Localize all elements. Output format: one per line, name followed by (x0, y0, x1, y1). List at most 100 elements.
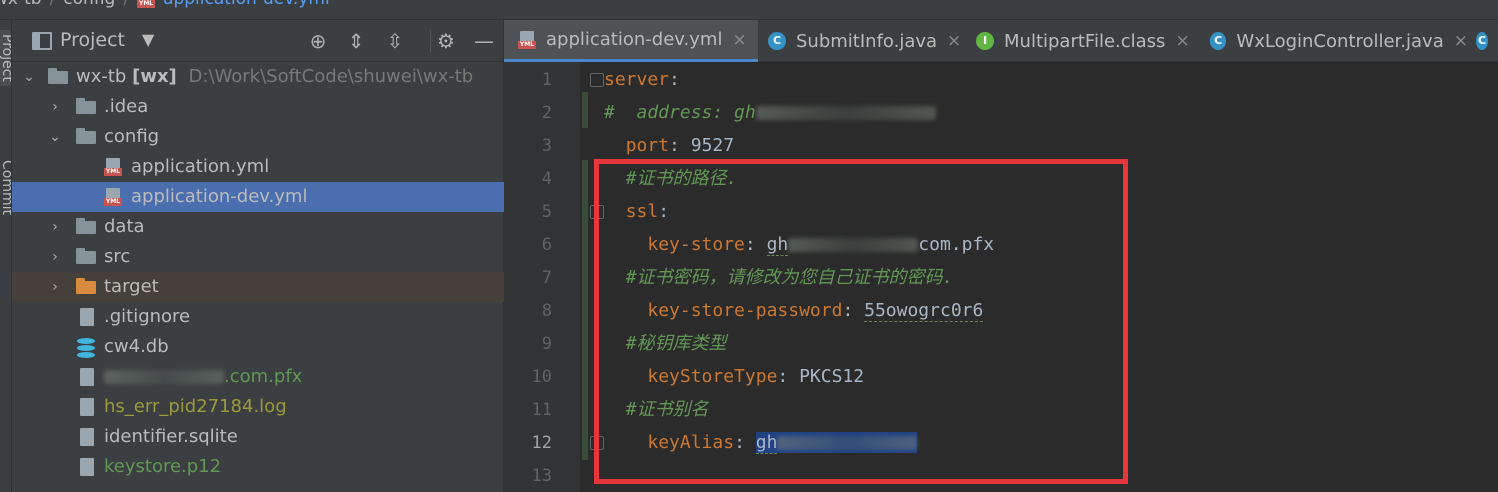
tree-item-label: config (104, 126, 160, 147)
tree-item-config[interactable]: ⌄ config (12, 122, 504, 152)
tree-item-cw4-db[interactable]: cw4.db (12, 332, 504, 362)
tab-label: WxLoginController.java (1236, 30, 1444, 52)
tree-item-idea[interactable]: › .idea (12, 92, 504, 122)
file-icon (78, 368, 96, 388)
class-icon: C (1210, 32, 1227, 50)
chevron-right-icon[interactable]: › (48, 92, 62, 122)
vcs-change-marker[interactable] (582, 92, 588, 128)
editor-tabs: YML application-dev.yml × C SubmitInfo.j… (504, 20, 1498, 62)
ignore-file-icon (78, 308, 96, 328)
breadcrumb: wx-tb / config / YML application-dev.yml (0, 0, 1498, 20)
breadcrumb-item-config[interactable]: config (63, 0, 115, 9)
chevron-down-icon[interactable]: ⌄ (48, 122, 62, 152)
tree-item-label: target (104, 276, 159, 297)
yml-file-icon: YML (518, 30, 536, 49)
yaml-key: port (625, 135, 670, 156)
line-number: 7 (541, 268, 552, 288)
tree-item-label: application.yml (131, 156, 270, 177)
code-line-2: # address: gh (604, 99, 936, 127)
folder-icon (76, 128, 96, 144)
yaml-key: server (604, 69, 670, 90)
hide-panel-icon[interactable]: — (472, 29, 496, 53)
tool-tab-commit[interactable]: Commit (0, 160, 11, 215)
tab-label: MultipartFile.class (1004, 30, 1166, 52)
tree-item-label: identifier.sqlite (104, 426, 238, 447)
chevron-right-icon[interactable]: › (48, 272, 62, 302)
project-view-icon (32, 32, 52, 50)
file-icon (78, 458, 96, 478)
project-panel-title[interactable]: Project (60, 29, 125, 51)
tree-item-keystore-p12[interactable]: keystore.p12 (12, 452, 504, 482)
tree-item-pfx[interactable]: .com.pfx (12, 362, 504, 392)
tree-item-label: keystore.p12 (104, 456, 222, 477)
tab-label: SubmitInfo.java (796, 30, 938, 52)
close-icon[interactable]: × (1175, 31, 1189, 51)
folder-icon (76, 248, 96, 264)
tree-item-data[interactable]: › data (12, 212, 504, 242)
tab-application-dev-yml[interactable]: YML application-dev.yml × (504, 20, 758, 62)
tree-item-root[interactable]: ⌄ wx-tb [wx] D:\Work\SoftCode\shuwei\wx-… (12, 62, 504, 92)
close-icon[interactable]: × (1454, 31, 1468, 51)
file-icon (78, 428, 96, 448)
breadcrumb-separator: / (50, 0, 56, 9)
tree-item-label: cw4.db (104, 336, 169, 357)
line-number: 2 (541, 103, 552, 123)
line-number: 8 (541, 301, 552, 321)
tree-item-label: .com.pfx (224, 366, 303, 387)
tree-item-src[interactable]: › src (12, 242, 504, 272)
yml-file-icon: YML (137, 0, 156, 8)
line-number: 5 (541, 202, 552, 222)
tree-item-target[interactable]: › target (12, 272, 504, 302)
project-panel-header: Project ▼ ⊕ ⇕ ⇳ ⚙ — (12, 20, 504, 62)
class-icon: C (768, 32, 786, 50)
yaml-comment: # address: gh (604, 102, 756, 123)
line-number: 3 (541, 136, 552, 156)
tree-item-identifier-sqlite[interactable]: identifier.sqlite (12, 422, 504, 452)
chevron-right-icon[interactable]: › (48, 212, 62, 242)
close-icon[interactable]: × (947, 31, 961, 51)
tab-multipartfile-class[interactable]: I MultipartFile.class × (970, 20, 1202, 62)
breadcrumb-item-project[interactable]: wx-tb (0, 0, 42, 9)
tree-item-application-yml[interactable]: YML application.yml (12, 152, 504, 182)
vcs-change-marker[interactable] (582, 160, 588, 460)
yml-file-icon: YML (104, 158, 122, 176)
tree-item-application-dev-yml[interactable]: YML application-dev.yml (12, 182, 504, 212)
database-icon (76, 338, 96, 358)
folder-icon (76, 98, 96, 114)
tool-tab-project[interactable]: Project (0, 30, 11, 86)
chevron-down-icon[interactable]: ▼ (142, 30, 154, 49)
tree-item-label: .gitignore (104, 306, 191, 327)
chevron-right-icon[interactable]: › (48, 242, 62, 272)
tree-item-gitignore[interactable]: .gitignore (12, 302, 504, 332)
locate-file-icon[interactable]: ⊕ (306, 29, 330, 53)
tab-overflow[interactable]: C (1476, 20, 1498, 62)
breadcrumb-separator: / (123, 0, 129, 9)
tree-item-label: hs_err_pid27184.log (104, 396, 287, 417)
breadcrumb-item-file[interactable]: application-dev.yml (163, 0, 330, 9)
tab-label: application-dev.yml (546, 29, 723, 50)
tree-item-hs-err-log[interactable]: hs_err_pid27184.log (12, 392, 504, 422)
collapse-all-icon[interactable]: ⇳ (383, 29, 407, 53)
close-icon[interactable]: × (732, 30, 746, 50)
yaml-value: 9527 (690, 135, 735, 156)
tree-item-label: .idea (104, 96, 149, 117)
tree-item-label: wx-tb (76, 66, 127, 87)
line-number-current: 12 (531, 433, 552, 453)
tab-submitinfo-java[interactable]: C SubmitInfo.java × (760, 20, 964, 62)
folder-icon (76, 218, 96, 234)
tab-wxlogincontroller-java[interactable]: C WxLoginController.java × (1204, 20, 1468, 62)
chevron-down-icon[interactable]: ⌄ (22, 62, 36, 92)
line-number: 11 (531, 400, 552, 420)
code-line-1: server: (604, 69, 680, 90)
gear-icon[interactable]: ⚙ (434, 29, 458, 53)
header-divider (430, 30, 431, 52)
tree-item-label: data (104, 216, 145, 237)
line-number: 6 (541, 235, 552, 255)
redacted-text (104, 370, 224, 384)
fold-marker-icon[interactable] (590, 73, 604, 87)
code-line-3: port: 9527 (625, 135, 735, 156)
expand-all-icon[interactable]: ⇕ (344, 29, 368, 53)
line-number: 10 (531, 367, 552, 387)
highlight-annotation-box (594, 159, 1128, 484)
yml-file-icon: YML (104, 188, 122, 206)
